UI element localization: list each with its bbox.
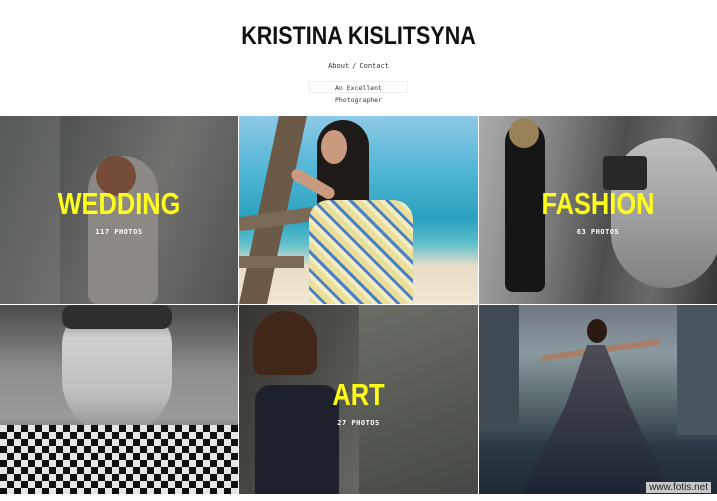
gallery-tile-portrait[interactable] [0,305,238,494]
watermark: www.fotis.net [646,482,711,493]
nav-link-about[interactable]: About [328,62,349,70]
photo-count: 27 PHOTOS [337,419,380,427]
gallery-grid: WEDDING 117 PHOTOS FASHION 63 PHOTOS ART… [0,116,717,494]
tile-label: WEDDING 117 PHOTOS [0,186,238,236]
site-title[interactable]: KRISTINA KISLITSYNA [50,22,667,51]
gallery-tile-art[interactable]: ART 27 PHOTOS [239,305,478,494]
gallery-tile-wedding[interactable]: WEDDING 117 PHOTOS [0,116,238,304]
nav-link-contact[interactable]: Contact [359,62,389,70]
photo-count: 117 PHOTOS [95,228,143,236]
gallery-tile-fashion[interactable]: FASHION 63 PHOTOS [479,116,717,304]
photo-hair [62,305,172,329]
photo-model-gown [521,345,671,494]
page-bottom [0,494,717,501]
photo-count: 63 PHOTOS [576,228,620,236]
site-header: KRISTINA KISLITSYNA About / Contact An Exc… [0,0,717,116]
site-tagline: An Excellent Photographer [309,81,408,104]
tile-label: ART 27 PHOTOS [239,377,478,427]
tile-label: FASHION 63 PHOTOS [479,186,717,236]
category-title[interactable]: ART [261,377,457,413]
photo-building-left [479,305,519,425]
category-title[interactable]: FASHION [500,186,695,222]
category-title[interactable]: WEDDING [21,186,216,222]
nav-separator: / [352,62,357,70]
photo-model-dress [309,200,413,304]
photo-building-right [677,305,717,435]
photo-model-head [587,319,607,343]
gallery-tile-gown[interactable] [479,305,717,494]
photo-shirt [0,425,238,494]
photo-model-face [321,130,347,164]
main-nav: About / Contact [0,62,717,70]
gallery-tile-beach[interactable] [239,116,478,304]
photo-ladder-rung [239,256,304,268]
